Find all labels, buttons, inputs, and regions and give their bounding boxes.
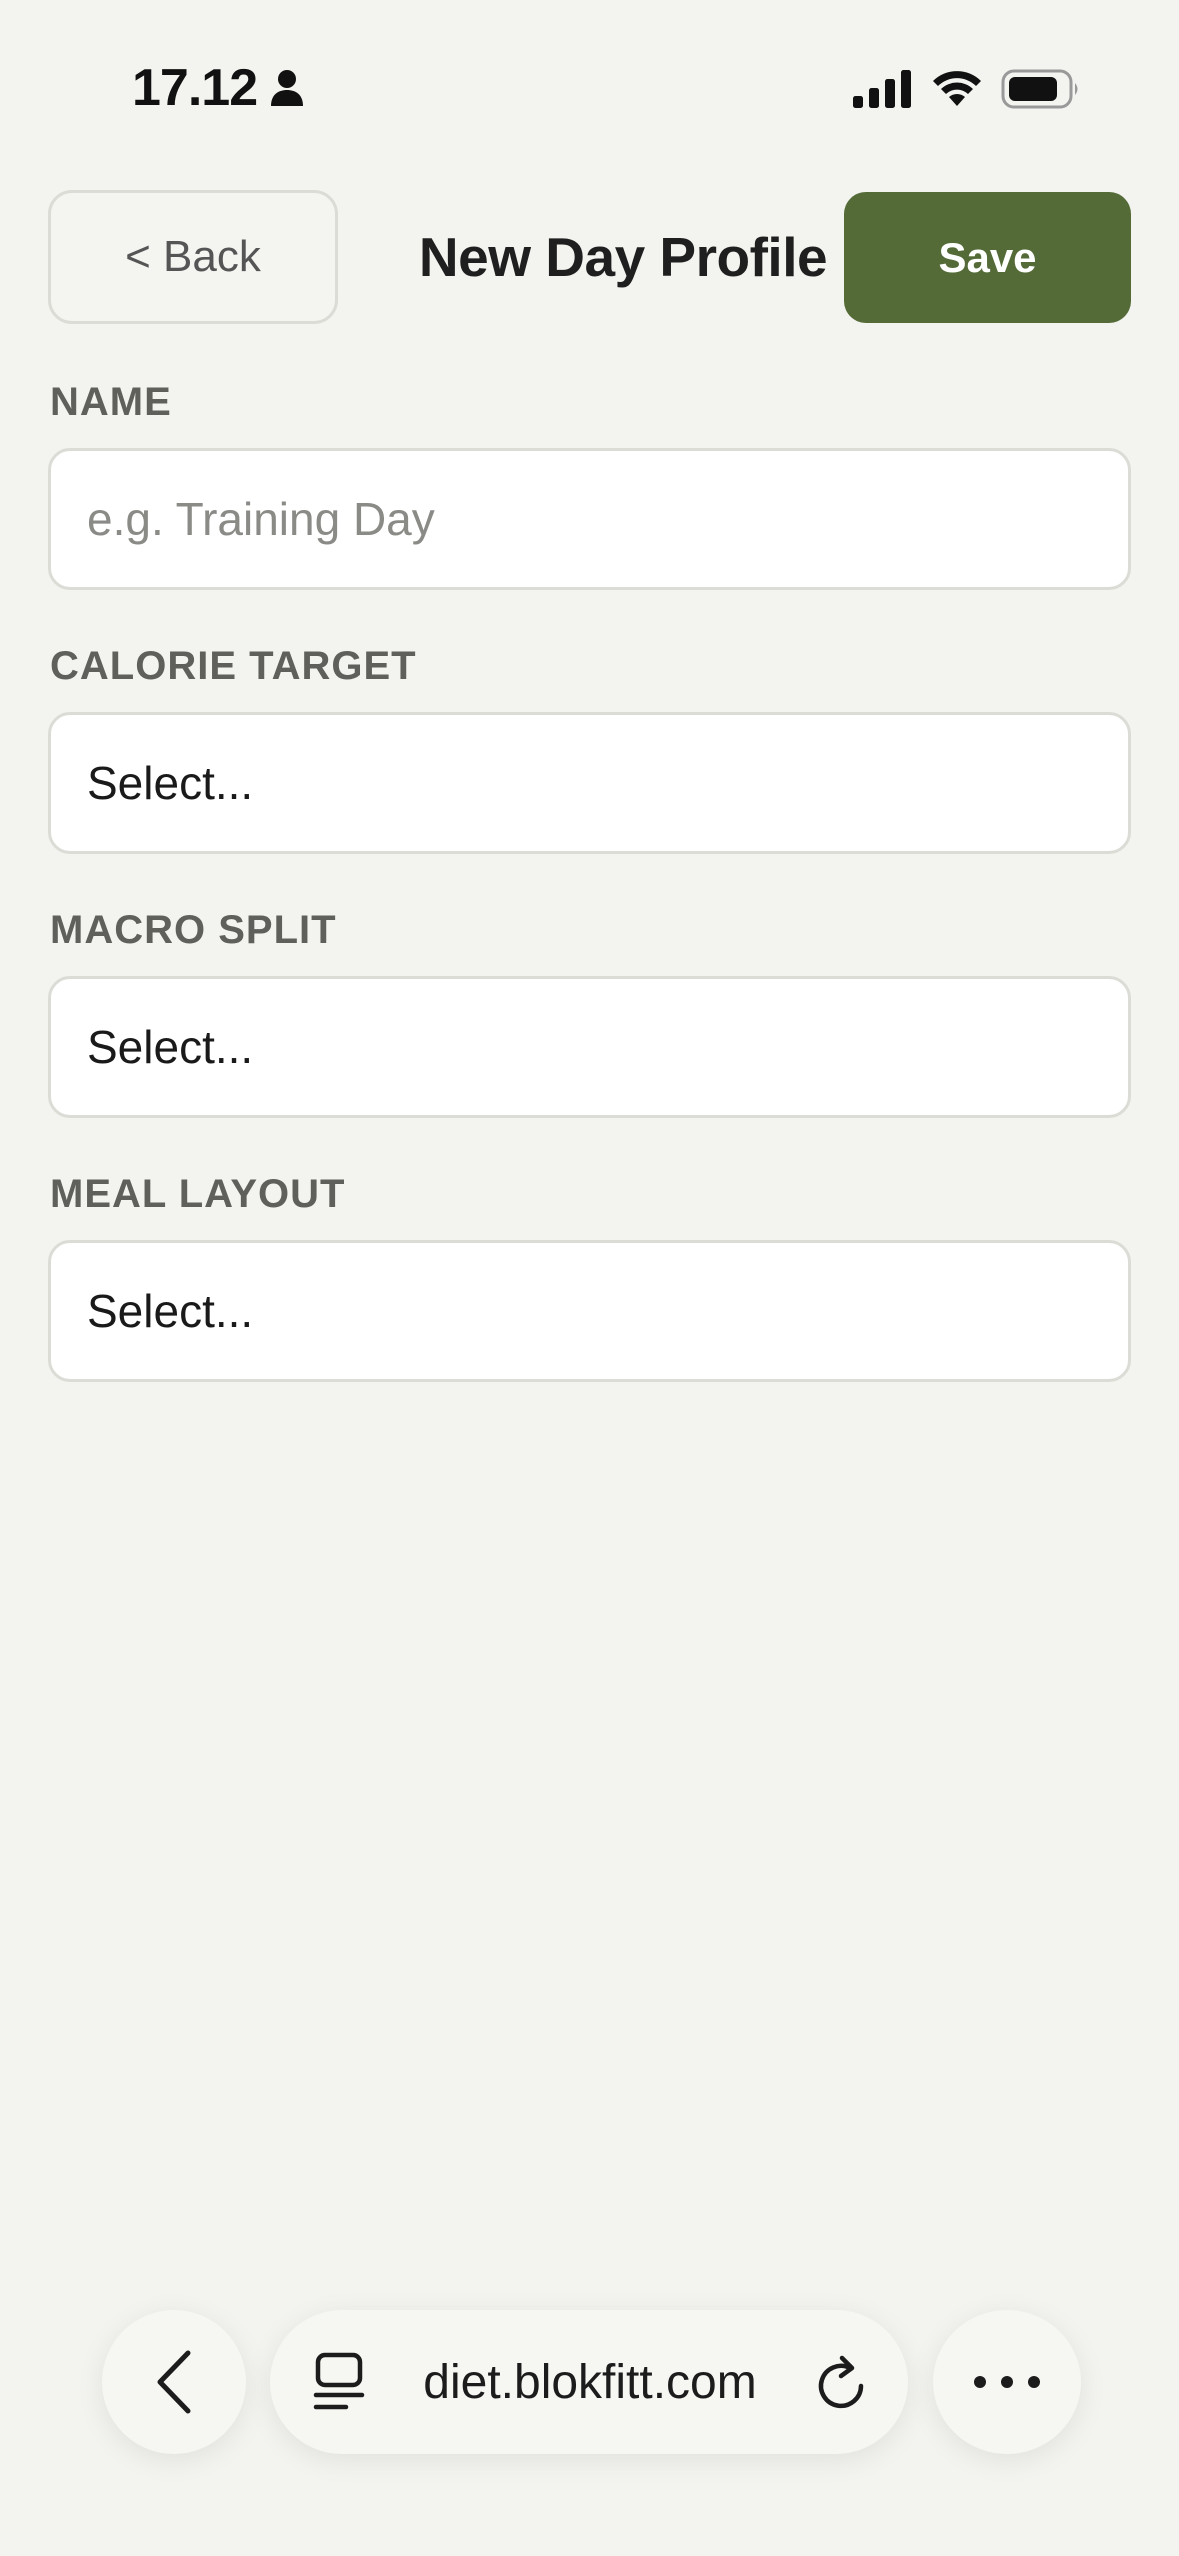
chevron-left-icon — [152, 2349, 196, 2415]
back-button[interactable]: < Back — [48, 190, 338, 324]
name-label: NAME — [50, 380, 172, 424]
macro-split-select[interactable]: Select... — [48, 976, 1131, 1118]
more-icon — [972, 2374, 1042, 2390]
name-input[interactable] — [48, 448, 1131, 590]
wifi-icon — [931, 70, 983, 108]
status-icons — [853, 64, 1081, 114]
meal-layout-value: Select... — [87, 1285, 254, 1337]
name-field: NAME — [48, 378, 1131, 642]
page-title: New Day Profile — [418, 226, 828, 288]
more-button[interactable] — [933, 2310, 1081, 2454]
macro-split-label: MACRO SPLIT — [50, 908, 337, 952]
macro-split-value: Select... — [87, 1021, 254, 1073]
calorie-target-label: CALORIE TARGET — [50, 644, 417, 688]
meal-layout-select[interactable]: Select... — [48, 1240, 1131, 1382]
status-bar: 17.12 — [0, 0, 1179, 175]
meal-layout-label: MEAL LAYOUT — [50, 1172, 346, 1216]
status-time-group: 17.12 — [132, 58, 305, 118]
address-bar[interactable]: diet.blokfitt.com — [270, 2310, 908, 2454]
person-icon — [269, 68, 305, 108]
meal-layout-field: MEAL LAYOUT Select... — [48, 1170, 1131, 1434]
url-text[interactable]: diet.blokfitt.com — [380, 2355, 800, 2410]
calorie-target-value: Select... — [87, 757, 254, 809]
macro-split-field: MACRO SPLIT Select... — [48, 906, 1131, 1170]
browser-back-button[interactable] — [102, 2310, 246, 2454]
day-profile-form: NAME CALORIE TARGET Select... MACRO SPLI… — [48, 378, 1131, 1434]
reload-icon[interactable] — [814, 2352, 868, 2412]
calorie-target-field: CALORIE TARGET Select... — [48, 642, 1131, 906]
tabs-icon[interactable] — [312, 2351, 366, 2413]
cellular-signal-icon — [853, 70, 913, 108]
status-time: 17.12 — [132, 59, 258, 117]
page-header: < Back New Day Profile Save — [48, 190, 1131, 326]
browser-toolbar: diet.blokfitt.com — [0, 2300, 1179, 2460]
calorie-target-select[interactable]: Select... — [48, 712, 1131, 854]
battery-icon — [1001, 69, 1081, 109]
save-button[interactable]: Save — [844, 192, 1131, 323]
